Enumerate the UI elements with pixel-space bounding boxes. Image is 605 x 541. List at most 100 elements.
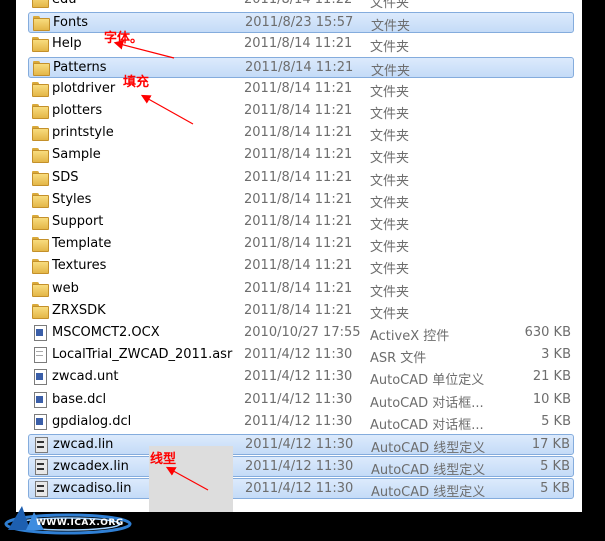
file-type: ASR 文件 — [370, 351, 427, 367]
folder-row[interactable]: plotdriver 2011/8/14 11:21 文件夹 — [28, 79, 574, 100]
file-name: LocalTrial_ZWCAD_2011.asr — [52, 347, 233, 363]
file-date: 2011/8/14 11:21 — [245, 59, 354, 75]
file-list-window: edu 2011/8/14 11:22 文件夹 Fonts 2011/8/23 15:5… — [16, 0, 582, 512]
file-row[interactable]: MSCOMCT2.OCX 2010/10/27 17:55 ActiveX 控件 63… — [28, 323, 574, 344]
file-date: 2011/8/14 11:21 — [244, 236, 353, 252]
file-type: 文件夹 — [370, 218, 410, 233]
file-name: zwcadex.lin — [53, 459, 129, 475]
file-row[interactable]: zwcad.unt 2011/4/12 11:30 AutoCAD 单位定义 21 K… — [28, 367, 574, 388]
file-date: 2011/4/12 11:30 — [244, 347, 353, 363]
file-date: 2011/8/14 11:21 — [244, 191, 353, 207]
annotation-linetype: 线型 — [150, 452, 177, 467]
folder-row[interactable]: ZRXSDK 2011/8/14 11:21 文件夹 — [28, 301, 574, 322]
file-date: 2011/8/14 11:21 — [244, 169, 353, 185]
folder-icon — [32, 126, 49, 142]
logo-text: WWW.ICAX.ORG — [36, 518, 124, 528]
folder-icon — [32, 104, 49, 119]
file-size: 5 KB — [540, 459, 570, 475]
folder-row[interactable]: Sample 2011/8/14 11:21 文件夹 — [28, 145, 574, 166]
folder-row[interactable]: Styles 2011/8/14 11:21 文件夹 — [28, 190, 574, 211]
file-date: 2011/4/12 11:30 — [244, 413, 353, 429]
folder-row[interactable]: Template 2011/8/14 11:21 文件夹 — [28, 234, 574, 255]
file-icon — [33, 459, 49, 476]
file-name: zwcad.lin — [53, 437, 114, 452]
file-date: 2011/8/14 11:22 — [244, 0, 352, 7]
file-type: AutoCAD 单位定义 — [370, 373, 485, 389]
file-date: 2011/8/14 11:21 — [244, 36, 353, 52]
folder-icon — [32, 0, 49, 8]
folder-icon — [32, 237, 49, 253]
folder-icon — [32, 170, 49, 186]
folder-row[interactable]: Patterns 2011/8/14 11:21 文件夹 — [28, 56, 574, 79]
file-name: Styles — [52, 191, 92, 207]
folder-icon — [32, 215, 49, 230]
file-type: 文件夹 — [370, 151, 410, 167]
file-name: Fonts — [53, 15, 89, 31]
file-type: 文件夹 — [370, 107, 410, 122]
file-type: 文件夹 — [370, 306, 410, 322]
file-name: Sample — [52, 147, 101, 163]
folder-icon — [32, 148, 49, 164]
annotation-fonts: 字体。 — [104, 31, 144, 46]
file-name: Patterns — [53, 59, 107, 75]
file-size: 17 KB — [531, 437, 570, 452]
file-row[interactable]: LocalTrial_ZWCAD_2011.asr 2011/4/12 11:30… — [28, 345, 574, 366]
file-type: 文件夹 — [370, 195, 410, 211]
file-date: 2011/8/14 11:21 — [244, 258, 353, 274]
file-date: 2011/8/14 11:21 — [244, 214, 353, 229]
file-row[interactable]: zwcad.lin 2011/4/12 11:30 AutoCAD 线型定义 17 K… — [28, 434, 574, 456]
file-date: 2011/4/12 11:30 — [244, 391, 353, 407]
folder-icon — [33, 16, 50, 32]
file-row[interactable]: gpdialog.dcl 2011/4/12 11:30 AutoCAD 对话框..… — [28, 412, 574, 433]
file-name: Textures — [52, 258, 107, 274]
file-type: 文件夹 — [370, 40, 410, 56]
file-type: 文件夹 — [371, 19, 411, 35]
file-icon — [32, 325, 48, 341]
file-icon — [32, 391, 48, 408]
file-row[interactable]: base.dcl 2011/4/12 11:30 AutoCAD 对话框... 10 … — [28, 390, 574, 411]
file-date: 2011/8/23 15:57 — [245, 15, 354, 31]
folder-row[interactable]: Support 2011/8/14 11:21 文件夹 — [28, 212, 574, 233]
folder-row[interactable]: SDS 2011/8/14 11:21 文件夹 — [28, 168, 574, 189]
file-type: 文件夹 — [370, 129, 410, 145]
file-name: edu — [52, 0, 77, 7]
file-size: 21 KB — [532, 369, 571, 385]
folder-icon — [32, 81, 49, 97]
file-size: 630 KB — [524, 325, 571, 340]
file-size: 3 KB — [541, 347, 571, 363]
file-type: AutoCAD 线型定义 — [371, 485, 486, 501]
file-name: Support — [52, 214, 104, 229]
folder-row[interactable]: printstyle 2011/8/14 11:21 文件夹 — [28, 123, 574, 144]
file-list: edu 2011/8/14 11:22 文件夹 Fonts 2011/8/23 15:5… — [16, 0, 582, 512]
file-name: zwcadiso.lin — [53, 481, 132, 497]
file-size: 5 KB — [540, 481, 570, 497]
file-date: 2011/4/12 11:30 — [245, 437, 354, 452]
file-type: 文件夹 — [370, 240, 410, 256]
file-icon — [33, 481, 49, 498]
file-type: AutoCAD 对话框... — [370, 395, 484, 411]
annotation-patterns: 填充 — [123, 75, 150, 90]
folder-icon — [32, 303, 49, 319]
file-type: 文件夹 — [370, 173, 410, 189]
file-date: 2011/4/12 11:30 — [245, 481, 354, 497]
file-icon — [32, 347, 48, 364]
folder-icon — [32, 37, 49, 53]
folder-row[interactable]: web 2011/8/14 11:21 文件夹 — [28, 279, 574, 300]
file-row[interactable]: zwcadex.lin 2011/4/12 11:30 AutoCAD 线型定义 5 … — [28, 456, 574, 478]
file-date: 2011/8/14 11:21 — [244, 125, 353, 141]
file-name: MSCOMCT2.OCX — [52, 325, 160, 340]
file-type: 文件夹 — [370, 84, 410, 100]
folder-row[interactable]: edu 2011/8/14 11:22 文件夹 — [28, 0, 574, 11]
file-size: 5 KB — [541, 413, 571, 429]
icax-logo: WWW.ICAX.ORG — [0, 496, 150, 537]
file-type: AutoCAD 对话框... — [370, 417, 484, 433]
file-icon — [32, 413, 48, 430]
file-date: 2011/8/14 11:21 — [244, 80, 353, 96]
file-icon — [32, 369, 48, 386]
folder-row[interactable]: plotters 2011/8/14 11:21 文件夹 — [28, 101, 574, 122]
folder-row[interactable]: Textures 2011/8/14 11:21 文件夹 — [28, 256, 574, 277]
file-type: AutoCAD 线型定义 — [371, 441, 486, 456]
file-type: 文件夹 — [371, 63, 411, 79]
folder-icon — [32, 281, 49, 297]
file-icon — [33, 437, 49, 453]
